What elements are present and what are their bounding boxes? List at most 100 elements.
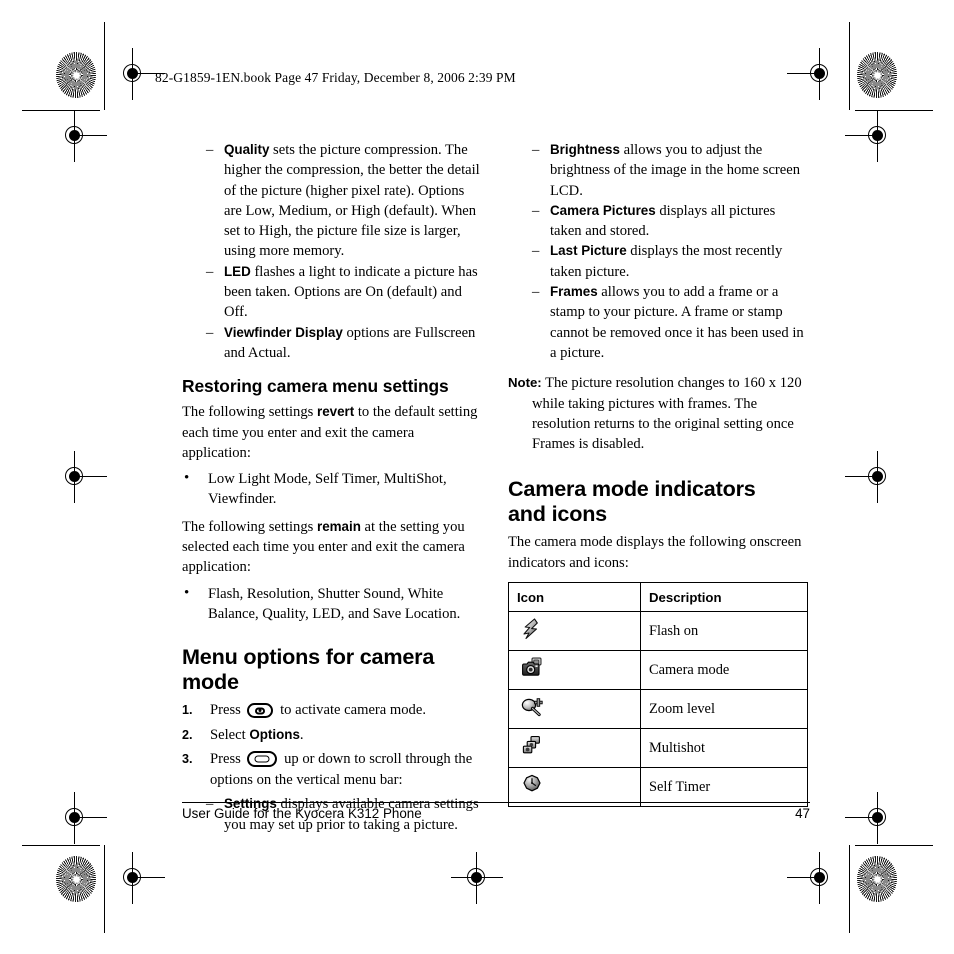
registration-target-top-right bbox=[787, 48, 837, 100]
book-header-stamp: 82-G1859-1EN.book Page 47 Friday, Decemb… bbox=[155, 70, 516, 85]
table-header-row: Icon Description bbox=[508, 582, 808, 613]
table-row: Multishot bbox=[508, 728, 808, 769]
page-content: Quality sets the picture compression. Th… bbox=[182, 140, 810, 833]
trim-rule-top-right bbox=[855, 110, 933, 111]
table-row: Zoom level bbox=[508, 689, 808, 730]
term-viewfinder-display: Viewfinder Display bbox=[224, 324, 343, 340]
step-2-bold: Options bbox=[249, 726, 300, 742]
heading-menu-options-for-camera-mode: Menu options for camera mode bbox=[182, 644, 435, 695]
cell-icon bbox=[508, 767, 641, 808]
term-led: LED bbox=[224, 263, 251, 279]
right-column: Brightness allows you to adjust the brig… bbox=[508, 140, 810, 808]
remain-intro-a: The following settings bbox=[182, 518, 317, 535]
camera-key-icon bbox=[247, 703, 274, 719]
cell-description: Multishot bbox=[640, 728, 808, 769]
list-item: LED flashes a light to indicate a pictur… bbox=[182, 262, 484, 323]
revert-bold: revert bbox=[316, 404, 355, 420]
camera-mode-icon bbox=[519, 655, 545, 681]
registration-target-mid-right bbox=[845, 451, 895, 503]
remain-bullet-list: Flash, Resolution, Shutter Sound, White … bbox=[182, 583, 484, 625]
navigation-key-icon bbox=[247, 751, 278, 768]
term-camera-pictures: Camera Pictures bbox=[550, 202, 656, 218]
trim-rule-right-bottom bbox=[849, 845, 850, 933]
camera-indicators-table: Icon Description Flash on Camera mode Zo… bbox=[508, 582, 808, 808]
table-row: Flash on bbox=[508, 611, 808, 652]
trim-rule-left-bottom bbox=[104, 845, 105, 933]
heading-line-2: and icons bbox=[508, 501, 607, 527]
note-text: The picture resolution changes to 160 x … bbox=[532, 375, 802, 453]
step-3-pre: Press bbox=[210, 751, 245, 768]
cell-description: Camera mode bbox=[640, 650, 808, 691]
term-last-picture: Last Picture bbox=[550, 243, 627, 259]
trim-rule-left bbox=[104, 22, 105, 110]
trim-rule-bottom-right bbox=[855, 845, 933, 846]
term-brightness: Brightness bbox=[550, 142, 620, 157]
self-timer-icon bbox=[519, 772, 545, 798]
registration-target-upper-left bbox=[58, 110, 107, 162]
step-2: Select Options. bbox=[182, 725, 484, 746]
rosette-mark-top-right bbox=[857, 52, 897, 98]
list-item: Frames allows you to add a frame or a st… bbox=[508, 282, 810, 363]
zoom-level-icon bbox=[519, 694, 545, 720]
heading-camera-mode-indicators-and-icons: Camera mode indicators and icons bbox=[508, 476, 810, 526]
rosette-mark-bottom-right bbox=[857, 856, 897, 902]
cell-icon bbox=[508, 650, 641, 691]
step-2-post: . bbox=[299, 726, 304, 743]
trim-rule-right bbox=[849, 22, 850, 110]
paragraph-remain-intro: The following settings remain at the set… bbox=[182, 517, 484, 578]
cell-description: Self Timer bbox=[640, 767, 808, 808]
list-item: Camera Pictures displays all pictures ta… bbox=[508, 201, 810, 242]
footer-page-number: 47 bbox=[795, 806, 810, 821]
registration-target-lower-right bbox=[845, 792, 895, 844]
trim-rule-top-left bbox=[22, 110, 100, 111]
note-label: Note: bbox=[508, 375, 542, 391]
remain-bold: remain bbox=[316, 518, 361, 534]
cell-description: Flash on bbox=[640, 611, 808, 652]
registration-target-top-left bbox=[116, 48, 165, 100]
right-settings-dash-list: Brightness allows you to adjust the brig… bbox=[508, 140, 810, 363]
trim-rule-bottom-left bbox=[22, 845, 100, 846]
registration-target-bottom-right bbox=[787, 852, 837, 904]
step-3: Press up or down to scroll through the o… bbox=[182, 749, 484, 790]
revert-intro-a: The following settings bbox=[182, 404, 317, 421]
list-item: Quality sets the picture compression. Th… bbox=[182, 140, 484, 262]
heading-line-1: Camera mode indicators bbox=[508, 476, 756, 502]
cell-icon bbox=[508, 611, 641, 652]
left-settings-dash-list: Quality sets the picture compression. Th… bbox=[182, 140, 484, 363]
note-block: Note: The picture resolution changes to … bbox=[508, 373, 810, 454]
table-row: Camera mode bbox=[508, 650, 808, 691]
term-led-text: flashes a light to indicate a picture ha… bbox=[224, 263, 478, 321]
term-quality: Quality bbox=[224, 142, 270, 157]
paragraph-revert-intro: The following settings revert to the def… bbox=[182, 402, 484, 463]
rosette-mark-top-left bbox=[56, 52, 96, 98]
rosette-mark-bottom-left bbox=[56, 856, 96, 902]
step-1-post: to activate camera mode. bbox=[276, 702, 426, 719]
cell-icon bbox=[508, 689, 641, 730]
flash-on-icon bbox=[519, 616, 545, 642]
registration-target-bottom-center bbox=[451, 852, 503, 904]
camera-mode-steps: Press to activate camera mode. Select Op… bbox=[182, 700, 484, 790]
table-row: Self Timer bbox=[508, 767, 808, 808]
registration-target-upper-right bbox=[845, 110, 895, 162]
step-1: Press to activate camera mode. bbox=[182, 700, 484, 721]
registration-target-bottom-left bbox=[116, 852, 165, 904]
list-item: Viewfinder Display options are Fullscree… bbox=[182, 323, 484, 364]
indicators-intro: The camera mode displays the following o… bbox=[508, 534, 802, 571]
cell-description: Zoom level bbox=[640, 689, 808, 730]
term-quality-text: sets the picture compression. The higher… bbox=[224, 142, 480, 260]
column-header-description: Description bbox=[640, 582, 808, 613]
column-header-icon: Icon bbox=[508, 582, 641, 613]
left-column: Quality sets the picture compression. Th… bbox=[182, 140, 484, 835]
list-item: Last Picture displays the most recently … bbox=[508, 241, 810, 282]
list-item: Flash, Resolution, Shutter Sound, White … bbox=[182, 583, 484, 625]
list-item: Low Light Mode, Self Timer, MultiShot, V… bbox=[182, 468, 484, 510]
multishot-icon bbox=[519, 733, 545, 759]
step-1-pre: Press bbox=[210, 702, 245, 719]
registration-target-mid-left bbox=[58, 451, 107, 503]
cell-icon bbox=[508, 728, 641, 769]
footer-rule bbox=[182, 802, 810, 803]
heading-restoring-camera-menu-settings: Restoring camera menu settings bbox=[182, 376, 449, 397]
term-frames: Frames bbox=[550, 284, 598, 300]
revert-bullet-list: Low Light Mode, Self Timer, MultiShot, V… bbox=[182, 468, 484, 510]
list-item: Brightness allows you to adjust the brig… bbox=[508, 140, 810, 201]
